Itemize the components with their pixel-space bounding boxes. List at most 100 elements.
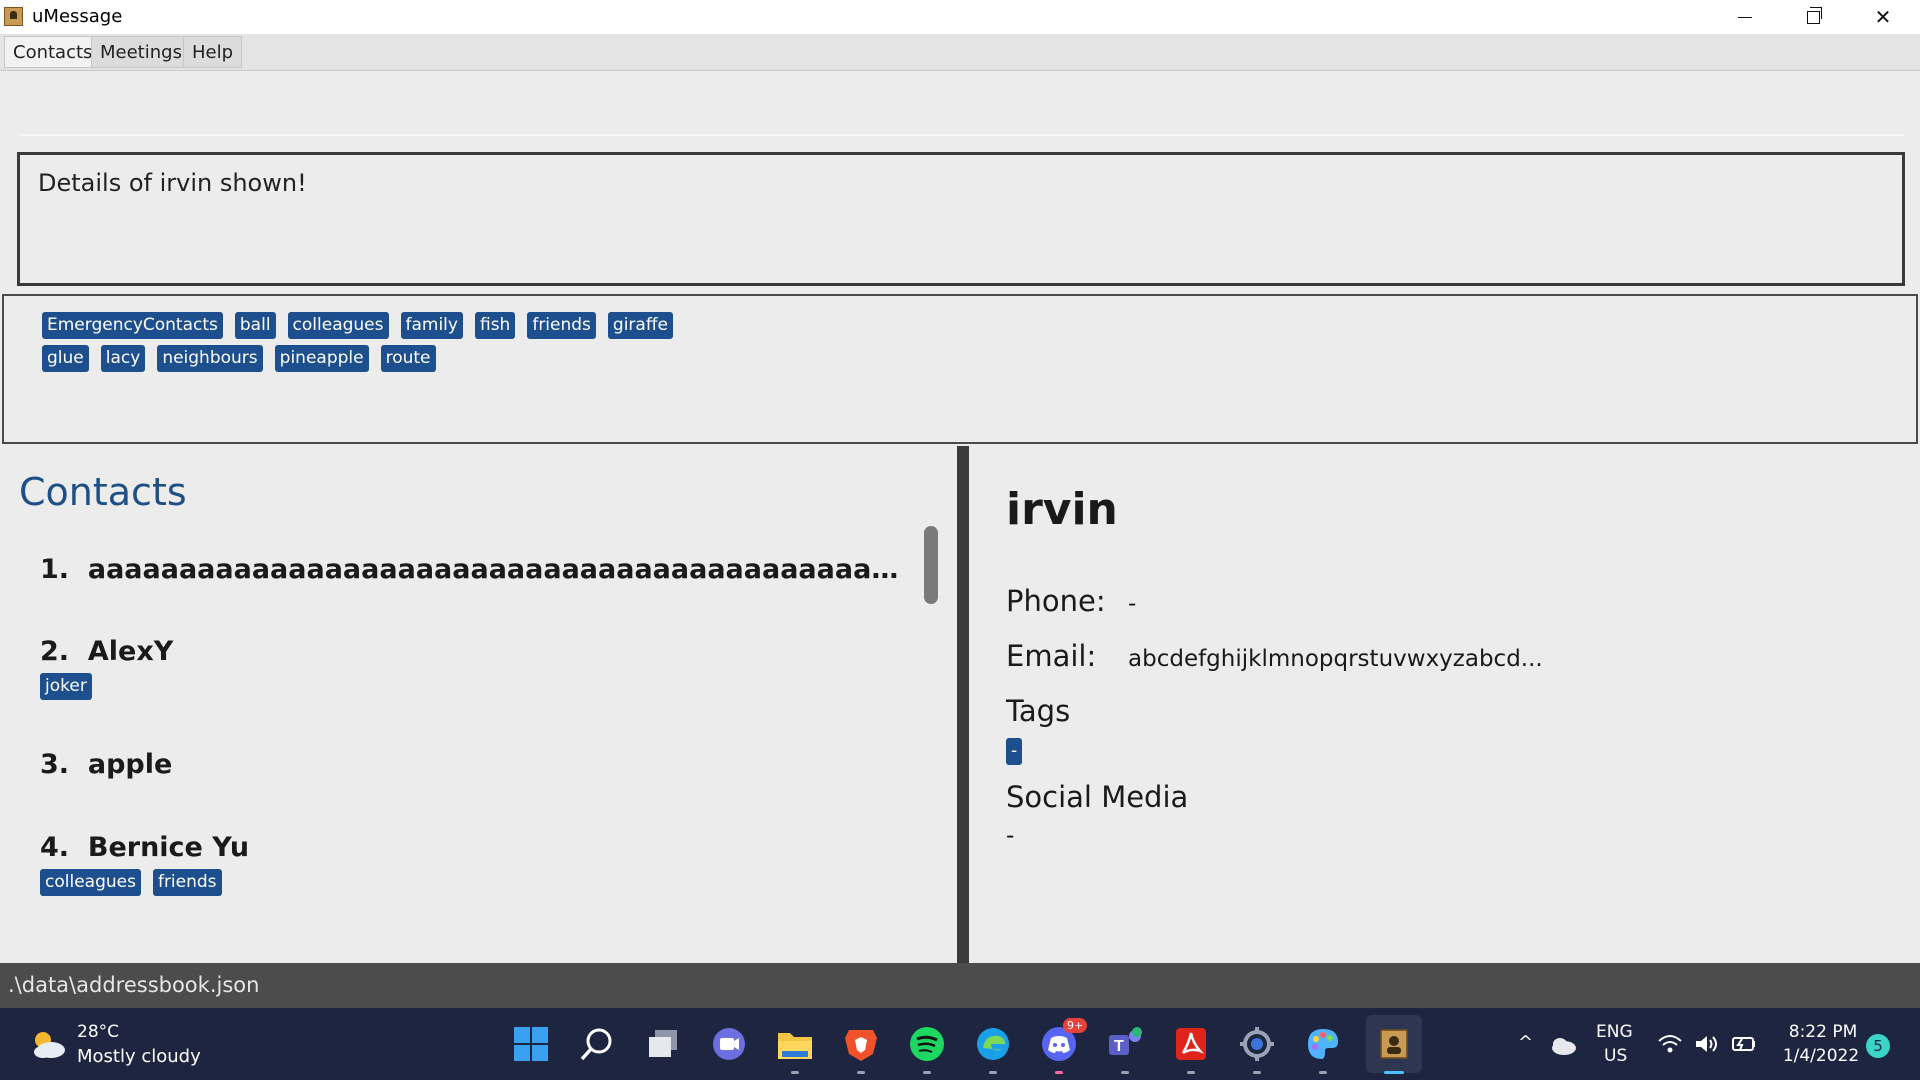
settings-app[interactable] (1235, 1022, 1279, 1074)
search-icon (580, 1028, 612, 1061)
tag-route[interactable]: route (380, 345, 436, 372)
edge-browser-app[interactable] (971, 1022, 1015, 1074)
discord-badge: 9+ (1063, 1018, 1088, 1033)
weather-description: Mostly cloudy (77, 1046, 201, 1067)
pane-divider[interactable] (957, 446, 969, 963)
folder-icon (778, 1033, 812, 1059)
contact-name: 2. AlexY (40, 636, 174, 667)
battery-icon[interactable] (1728, 1032, 1756, 1056)
contact-detail-panel: irvin Phone: - Email: abcdefghijklmnopqr… (969, 446, 1920, 963)
partly-cloudy-icon[interactable] (28, 1028, 68, 1060)
tag-pineapple[interactable]: pineapple (274, 345, 369, 372)
social-media-label: Social Media (1006, 780, 1189, 814)
palette-icon (1308, 1029, 1338, 1059)
contact-name: 1. aaaaaaaaaaaaaaaaaaaaaaaaaaaaaaaaaaaaa… (40, 554, 900, 585)
running-indicator (791, 1071, 799, 1074)
phone-label: Phone: (1006, 584, 1106, 618)
running-indicator (1187, 1071, 1195, 1074)
task-view-button[interactable] (641, 1022, 685, 1066)
email-label: Email: (1006, 639, 1097, 673)
result-display: Details of irvin shown! (17, 152, 1905, 286)
tag-list-panel: EmergencyContacts ball colleagues family… (2, 294, 1918, 444)
search-button[interactable] (575, 1022, 619, 1066)
running-indicator (857, 1071, 865, 1074)
language-bottom[interactable]: US (1604, 1046, 1627, 1066)
discord-app[interactable]: 9+ (1037, 1018, 1088, 1074)
close-button[interactable]: ✕ (1848, 0, 1918, 34)
contact-card[interactable]: 2. AlexY joker (40, 636, 173, 700)
restore-button[interactable] (1778, 0, 1848, 34)
contact-tag: joker (40, 673, 92, 700)
brave-browser-app[interactable] (839, 1022, 883, 1074)
contact-list-panel: Contacts 1. aaaaaaaaaaaaaaaaaaaaaaaaaaaa… (0, 446, 955, 963)
menu-contacts[interactable]: Contacts (4, 36, 102, 68)
tag-ball[interactable]: ball (234, 312, 276, 339)
social-media-value: - (1006, 823, 1015, 849)
status-bar: .\data\addressbook.json (0, 963, 1920, 1008)
close-icon: ✕ (1874, 5, 1892, 29)
tag-lacy[interactable]: lacy (100, 345, 146, 372)
tag-friends[interactable]: friends (527, 312, 596, 339)
contacts-scrollbar[interactable] (924, 526, 938, 604)
svg-text:T: T (1114, 1038, 1124, 1055)
menu-help[interactable]: Help (183, 36, 243, 68)
pdf-icon (1176, 1028, 1206, 1060)
taskbar: 28°C Mostly cloudy 9+ T ^ ENG US 8:22 PM… (0, 1008, 1920, 1080)
address-book-icon (1380, 1029, 1408, 1059)
teams-app[interactable]: T (1103, 1022, 1147, 1074)
phone-value: - (1128, 591, 1137, 617)
brave-lion-icon (845, 1030, 877, 1061)
teams-icon: T (1109, 1027, 1142, 1055)
address-book-icon (4, 7, 23, 26)
command-input[interactable] (20, 134, 1904, 136)
contact-card[interactable]: 4. Bernice Yu colleagues friends (40, 832, 249, 896)
contact-name: 3. apple (40, 749, 173, 780)
file-path: .\data\addressbook.json (8, 973, 260, 997)
contact-card[interactable]: 1. aaaaaaaaaaaaaaaaaaaaaaaaaaaaaaaaaaaaa… (40, 554, 900, 585)
clock-date[interactable]: 1/4/2022 (1780, 1046, 1862, 1066)
running-indicator (1121, 1071, 1129, 1074)
contact-name: 4. Bernice Yu (40, 832, 250, 863)
contact-tags: colleagues friends (40, 869, 249, 896)
running-indicator (1253, 1071, 1261, 1074)
onedrive-icon[interactable] (1550, 1034, 1578, 1056)
task-view-icon (649, 1030, 677, 1057)
tag-fish[interactable]: fish (474, 312, 516, 339)
windows-icon (514, 1027, 548, 1061)
tag-giraffe[interactable]: giraffe (607, 312, 674, 339)
volume-icon[interactable] (1693, 1032, 1719, 1056)
menu-meetings[interactable]: Meetings (91, 36, 191, 68)
running-indicator (923, 1071, 931, 1074)
contact-card[interactable]: 3. apple (40, 749, 172, 780)
tags-label: Tags (1006, 694, 1071, 728)
notification-badge[interactable]: 5 (1866, 1034, 1890, 1058)
paint-app[interactable] (1301, 1022, 1345, 1074)
clock-time[interactable]: 8:22 PM (1788, 1022, 1858, 1042)
chat-icon (713, 1028, 745, 1060)
tag-neighbours[interactable]: neighbours (157, 345, 263, 372)
chevron-up-icon[interactable]: ^ (1518, 1032, 1533, 1053)
detail-name: irvin (1006, 484, 1118, 535)
window-title: uMessage (32, 6, 123, 27)
running-indicator (1055, 1071, 1063, 1074)
tag-emergencycontacts[interactable]: EmergencyContacts (42, 312, 223, 339)
tag-glue[interactable]: glue (42, 345, 89, 372)
spotify-app[interactable] (905, 1022, 949, 1074)
tag-row: EmergencyContacts ball colleagues family… (42, 312, 674, 339)
wifi-icon[interactable] (1657, 1032, 1683, 1056)
running-indicator (1384, 1071, 1404, 1074)
tag-family[interactable]: family (400, 312, 463, 339)
tag-colleagues[interactable]: colleagues (287, 312, 389, 339)
start-button[interactable] (509, 1022, 553, 1066)
chat-app[interactable] (707, 1022, 751, 1066)
contact-tag: colleagues (40, 869, 141, 896)
umessage-app[interactable] (1372, 1022, 1416, 1074)
file-explorer-app[interactable] (773, 1022, 817, 1074)
result-message: Details of irvin shown! (38, 169, 307, 197)
contact-tags: joker (40, 673, 173, 700)
acrobat-reader-app[interactable] (1169, 1022, 1213, 1074)
language-top[interactable]: ENG (1596, 1022, 1633, 1042)
edge-icon (977, 1028, 1009, 1060)
minimize-button[interactable] (1710, 0, 1780, 34)
contacts-heading: Contacts (19, 470, 187, 514)
